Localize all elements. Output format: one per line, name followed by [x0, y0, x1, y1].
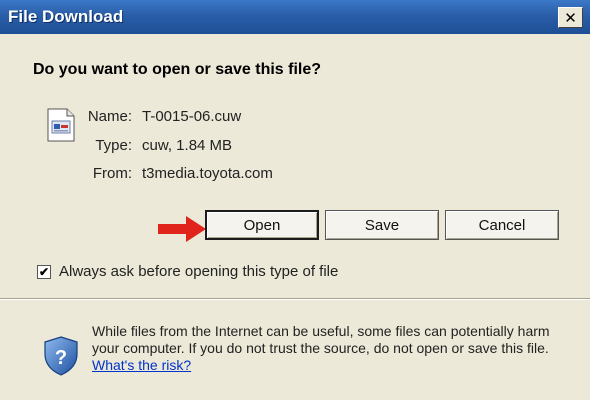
cancel-button[interactable]: Cancel	[445, 210, 559, 240]
always-ask-label[interactable]: Always ask before opening this type of f…	[59, 263, 338, 280]
warning-text: While files from the Internet can be use…	[92, 323, 550, 356]
close-button[interactable]: ✕	[558, 7, 583, 28]
svg-text:?: ?	[55, 347, 67, 369]
title-bar: File Download ✕	[0, 0, 590, 34]
from-label: From:	[92, 165, 132, 182]
type-label: Type:	[95, 137, 132, 154]
red-arrow-icon	[158, 216, 206, 242]
always-ask-checkbox[interactable]: ✔	[37, 265, 51, 279]
open-button[interactable]: Open	[205, 210, 319, 240]
name-label: Name:	[87, 108, 132, 125]
security-warning: While files from the Internet can be use…	[92, 323, 572, 374]
checkmark-icon: ✔	[38, 265, 50, 279]
whats-the-risk-link[interactable]: What's the risk?	[92, 357, 191, 373]
save-button[interactable]: Save	[325, 210, 439, 240]
from-value: t3media.toyota.com	[142, 165, 273, 182]
window-title: File Download	[8, 7, 124, 26]
type-value: cuw, 1.84 MB	[142, 137, 233, 154]
name-value: T-0015-06.cuw	[142, 108, 242, 125]
dialog-heading: Do you want to open or save this file?	[33, 61, 322, 78]
shield-question-icon: ?	[44, 336, 78, 376]
close-icon: ✕	[564, 8, 577, 27]
divider	[0, 298, 590, 300]
